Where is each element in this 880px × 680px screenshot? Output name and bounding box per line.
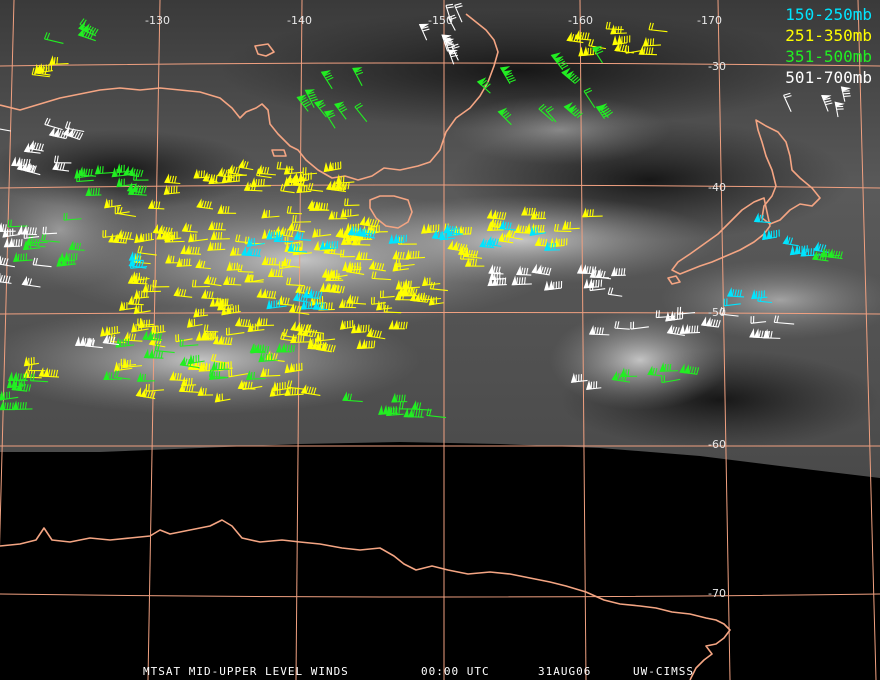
- lat-label-70: -70: [708, 587, 726, 600]
- lon-label-140: -140: [287, 14, 312, 27]
- pressure-legend: 150-250mb 251-350mb 351-500mb 501-700mb: [785, 4, 872, 88]
- wind-barb: [265, 229, 282, 240]
- lat-label-30: -30: [708, 60, 726, 73]
- lon-label-150: -150: [428, 14, 453, 27]
- wind-barb: [133, 289, 150, 299]
- legend-item-351-500mb: 351-500mb: [785, 47, 872, 66]
- legend-item-150-250mb: 150-250mb: [785, 5, 872, 24]
- lat-label-40: -40: [708, 181, 726, 194]
- footer-source: UW-CIMSS: [633, 665, 694, 678]
- legend-item-501-700mb: 501-700mb: [785, 68, 872, 87]
- parallel-line: [0, 593, 880, 598]
- lat-label-60: -60: [708, 438, 726, 451]
- wind-barb: [0, 400, 16, 411]
- satellite-wind-map: 150-250mb 251-350mb 351-500mb 501-700mb …: [0, 0, 880, 680]
- wind-barb: [345, 222, 361, 233]
- map-canvas: [0, 0, 880, 680]
- lon-label-130: -130: [145, 14, 170, 27]
- antarctica-coastline: [0, 519, 731, 680]
- footer-date: 31AUG06: [538, 665, 592, 678]
- lon-label-160: -160: [568, 14, 593, 27]
- legend-item-251-350mb: 251-350mb: [785, 26, 872, 45]
- lat-label-50: -50: [708, 306, 726, 319]
- footer-time: 00:00 UTC: [421, 665, 490, 678]
- lon-label-170: -170: [697, 14, 722, 27]
- footer-product: MTSAT MID-UPPER LEVEL WINDS: [143, 665, 349, 678]
